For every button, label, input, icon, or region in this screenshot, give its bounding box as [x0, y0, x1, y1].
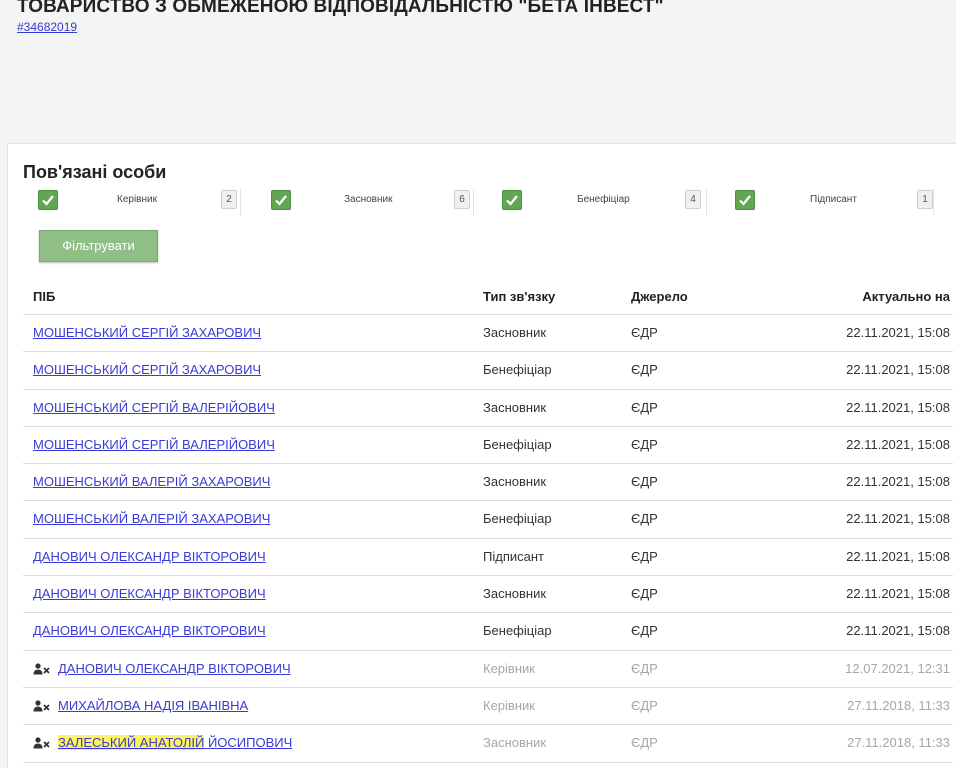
company-title: ТОВАРИСТВО З ОБМЕЖЕНОЮ ВІДПОВІДАЛЬНІСТЮ …	[17, 0, 664, 17]
person-link[interactable]: МОШЕНСЬКИЙ ВАЛЕРІЙ ЗАХАРОВИЧ	[33, 511, 270, 527]
filter-count-founder: 6	[454, 190, 470, 209]
filter-bar: Керівник 2 Засновник 6 Бенефіціар 4 Підп…	[8, 189, 956, 215]
updated-date: 22.11.2021, 15:08	[846, 511, 950, 527]
table-row: ДАНОВИЧ ОЛЕКСАНДР ВІКТОРОВИЧ Засновник Є…	[23, 576, 953, 614]
filter-count-beneficiary: 4	[685, 190, 701, 209]
table-row-inactive: МИХАЙЛОВА НАДІЯ ІВАНІВНА Керівник ЄДР 27…	[23, 688, 953, 726]
relation-type: Бенефіціар	[483, 362, 552, 378]
table-row: МОШЕНСЬКИЙ СЕРГІЙ ВАЛЕРІЙОВИЧ Засновник …	[23, 390, 953, 427]
relation-type: Керівник	[483, 660, 535, 676]
source: ЄДР	[631, 436, 658, 452]
table-row-inactive: ЗАЛЕСЬКИЙ АНАТОЛІЙ ЙОСИПОВИЧ Засновник Є…	[23, 725, 953, 763]
updated-date: 22.11.2021, 15:08	[846, 436, 950, 452]
updated-date: 22.11.2021, 15:08	[846, 399, 950, 415]
person-link[interactable]: ДАНОВИЧ ОЛЕКСАНДР ВІКТОРОВИЧ	[33, 586, 266, 602]
filter-group-beneficiary: Бенефіціар 4	[474, 189, 707, 215]
source: ЄДР	[631, 548, 658, 564]
person-link[interactable]: МОШЕНСЬКИЙ СЕРГІЙ ЗАХАРОВИЧ	[33, 362, 261, 378]
source: ЄДР	[631, 474, 658, 490]
person-link[interactable]: ДАНОВИЧ ОЛЕКСАНДР ВІКТОРОВИЧ	[33, 549, 266, 565]
source: ЄДР	[631, 660, 658, 676]
relation-type: Бенефіціар	[483, 623, 552, 639]
source: ЄДР	[631, 325, 658, 340]
header-name: ПІБ	[33, 289, 56, 304]
company-code-link[interactable]: #34682019	[17, 20, 77, 34]
header-source: Джерело	[631, 289, 688, 304]
updated-date: 22.11.2021, 15:08	[846, 325, 950, 340]
section-title: Пов'язані особи	[23, 162, 167, 182]
checkmark-icon	[506, 195, 518, 206]
table-row: МОШЕНСЬКИЙ СЕРГІЙ ЗАХАРОВИЧ Бенефіціар Є…	[23, 352, 953, 390]
source: ЄДР	[631, 511, 658, 527]
source: ЄДР	[631, 399, 658, 415]
header-type: Тип зв'язку	[483, 289, 556, 304]
name-highlight: ЗАЛЕСЬКИЙ АНАТОЛІЙ	[58, 735, 205, 751]
person-link[interactable]: ЗАЛЕСЬКИЙ АНАТОЛІЙ ЙОСИПОВИЧ	[58, 735, 292, 751]
person-link[interactable]: МОШЕНСЬКИЙ ВАЛЕРІЙ ЗАХАРОВИЧ	[33, 474, 270, 490]
source: ЄДР	[631, 362, 658, 378]
relation-type: Керівник	[483, 697, 535, 713]
table-row: МОШЕНСЬКИЙ ВАЛЕРІЙ ЗАХАРОВИЧ Засновник Є…	[23, 464, 953, 502]
filter-checkbox-beneficiary[interactable]	[502, 190, 522, 210]
filter-divider	[933, 189, 934, 215]
updated-date: 22.11.2021, 15:08	[846, 362, 950, 378]
source: ЄДР	[631, 586, 658, 602]
table-row: МОШЕНСЬКИЙ ВАЛЕРІЙ ЗАХАРОВИЧ Бенефіціар …	[23, 501, 953, 539]
updated-date: 27.11.2018, 11:33	[847, 735, 950, 751]
relation-type: Засновник	[483, 735, 547, 751]
filter-button[interactable]: Фільтрувати	[39, 230, 158, 262]
person-link[interactable]: ДАНОВИЧ ОЛЕКСАНДР ВІКТОРОВИЧ	[33, 623, 266, 639]
user-x-icon	[33, 737, 50, 749]
relation-type: Засновник	[483, 399, 547, 415]
updated-date: 22.11.2021, 15:08	[846, 586, 950, 602]
filter-label-signatory: Підписант	[810, 194, 857, 205]
relation-type: Підписант	[483, 548, 544, 564]
source: ЄДР	[631, 697, 658, 713]
table-header: ПІБ Тип зв'язку Джерело Актуально на	[23, 278, 953, 315]
filter-label-founder: Засновник	[344, 194, 393, 205]
filter-count-director: 2	[221, 190, 237, 209]
source: ЄДР	[631, 735, 658, 751]
user-x-icon	[33, 700, 50, 712]
updated-date: 22.11.2021, 15:08	[846, 548, 950, 564]
filter-checkbox-signatory[interactable]	[735, 190, 755, 210]
updated-date: 12.07.2021, 12:31	[845, 660, 950, 676]
relation-type: Засновник	[483, 325, 547, 340]
company-header: ТОВАРИСТВО З ОБМЕЖЕНОЮ ВІДПОВІДАЛЬНІСТЮ …	[17, 0, 664, 36]
person-link[interactable]: ДАНОВИЧ ОЛЕКСАНДР ВІКТОРОВИЧ	[58, 661, 291, 677]
filter-label-director: Керівник	[117, 194, 157, 205]
header-date[interactable]: Актуально на	[862, 289, 950, 305]
updated-date: 27.11.2018, 11:33	[847, 697, 950, 713]
person-link[interactable]: МИХАЙЛОВА НАДІЯ ІВАНІВНА	[58, 698, 248, 714]
person-link[interactable]: МОШЕНСЬКИЙ СЕРГІЙ ВАЛЕРІЙОВИЧ	[33, 437, 275, 453]
user-x-icon	[33, 663, 50, 675]
filter-group-founder: Засновник 6	[241, 189, 474, 215]
filter-group-director: Керівник 2	[8, 189, 241, 215]
filter-count-signatory: 1	[917, 190, 933, 209]
table-row: ДАНОВИЧ ОЛЕКСАНДР ВІКТОРОВИЧ Підписант Є…	[23, 539, 953, 577]
table-row: ДАНОВИЧ ОЛЕКСАНДР ВІКТОРОВИЧ Бенефіціар …	[23, 613, 953, 651]
table-row-inactive: ДАНОВИЧ ОЛЕКСАНДР ВІКТОРОВИЧ Керівник ЄД…	[23, 651, 953, 688]
filter-label-beneficiary: Бенефіціар	[577, 194, 630, 205]
updated-date: 22.11.2021, 15:08	[846, 623, 950, 639]
filter-checkbox-founder[interactable]	[271, 190, 291, 210]
person-link[interactable]: МОШЕНСЬКИЙ СЕРГІЙ ЗАХАРОВИЧ	[33, 325, 261, 341]
name-rest: ЙОСИПОВИЧ	[204, 735, 293, 751]
updated-date: 22.11.2021, 15:08	[846, 474, 950, 490]
related-persons-table: ПІБ Тип зв'язку Джерело Актуально на МОШ…	[23, 278, 953, 763]
table-row: МОШЕНСЬКИЙ СЕРГІЙ ВАЛЕРІЙОВИЧ Бенефіціар…	[23, 427, 953, 465]
related-persons-panel: Пов'язані особи Керівник 2 Засновник 6 Б…	[7, 143, 956, 768]
checkmark-icon	[42, 195, 54, 206]
relation-type: Бенефіціар	[483, 511, 552, 527]
source: ЄДР	[631, 623, 658, 639]
relation-type: Засновник	[483, 586, 547, 602]
filter-checkbox-director[interactable]	[38, 190, 58, 210]
checkmark-icon	[739, 195, 751, 206]
relation-type: Засновник	[483, 474, 547, 490]
checkmark-icon	[275, 195, 287, 206]
relation-type: Бенефіціар	[483, 436, 552, 452]
filter-group-signatory: Підписант 1	[707, 189, 940, 215]
person-link[interactable]: МОШЕНСЬКИЙ СЕРГІЙ ВАЛЕРІЙОВИЧ	[33, 400, 275, 416]
table-row: МОШЕНСЬКИЙ СЕРГІЙ ЗАХАРОВИЧ Засновник ЄД…	[23, 315, 953, 353]
